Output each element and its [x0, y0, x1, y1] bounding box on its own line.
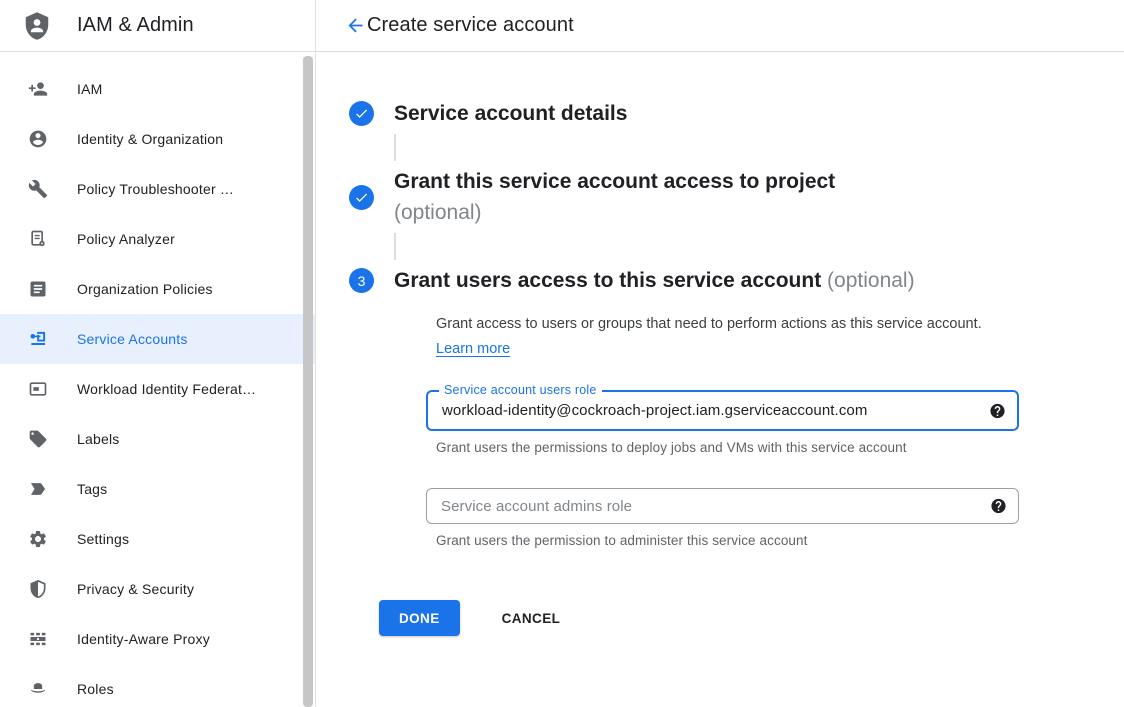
- step-3-optional-label: (optional): [827, 269, 915, 292]
- step-connector: [394, 233, 396, 260]
- users-role-helper-text: Grant users the permissions to deploy jo…: [426, 440, 1019, 455]
- step-connector: [394, 134, 396, 161]
- shield-half-icon: [28, 579, 48, 599]
- done-button[interactable]: DONE: [379, 600, 460, 636]
- check-icon: [354, 190, 369, 205]
- sidebar-item-label: Labels: [77, 431, 119, 447]
- sidebar-nav: IAM Identity & Organization Policy Troub…: [0, 52, 315, 707]
- hat-icon: [28, 679, 48, 699]
- sidebar-item-labels[interactable]: Labels: [0, 414, 315, 464]
- tag-icon: [28, 479, 48, 499]
- back-button[interactable]: [343, 14, 367, 38]
- sidebar-item-roles[interactable]: Roles: [0, 664, 315, 707]
- step-3-grant-users-access: 3 Grant users access to this service acc…: [349, 265, 1124, 296]
- sidebar-item-label: Service Accounts: [77, 331, 188, 347]
- sidebar-item-policy-troubleshooter[interactable]: Policy Troubleshooter …: [0, 164, 315, 214]
- sidebar-item-label: IAM: [77, 81, 103, 97]
- help-icon: [989, 402, 1006, 419]
- label-icon: [28, 429, 48, 449]
- help-icon: [990, 498, 1007, 515]
- step-1-complete-icon: [349, 101, 374, 126]
- sidebar-item-label: Roles: [77, 681, 114, 697]
- sidebar-scrollbar[interactable]: [303, 56, 313, 707]
- sidebar-item-settings[interactable]: Settings: [0, 514, 315, 564]
- arrow-back-icon: [345, 15, 366, 36]
- sidebar-item-label: Privacy & Security: [77, 581, 194, 597]
- sidebar-item-label: Identity-Aware Proxy: [77, 631, 210, 647]
- sidebar-item-privacy-security[interactable]: Privacy & Security: [0, 564, 315, 614]
- wrench-icon: [28, 179, 48, 199]
- app-window: IAM & Admin IAM Identity & Organization …: [0, 0, 1124, 707]
- admins-role-field-box: [426, 488, 1019, 524]
- step-1-title: Service account details: [394, 98, 627, 129]
- users-role-field-group: Service account users role Grant users t…: [426, 390, 1019, 455]
- step-2-title: Grant this service account access to pro…: [394, 170, 835, 193]
- sidebar-item-identity-aware-proxy[interactable]: Identity-Aware Proxy: [0, 614, 315, 664]
- learn-more-link[interactable]: Learn more: [436, 341, 510, 357]
- page-header: Create service account: [316, 0, 1124, 52]
- sidebar-title: IAM & Admin: [77, 14, 194, 37]
- proxy-icon: [28, 629, 48, 649]
- step-2-complete-icon: [349, 185, 374, 210]
- sidebar-item-workload-identity-federat[interactable]: Workload Identity Federat…: [0, 364, 315, 414]
- policy-analyzer-icon: [28, 229, 48, 249]
- service-account-users-role-input[interactable]: [428, 392, 1017, 429]
- sidebar-item-label: Policy Analyzer: [77, 231, 175, 247]
- admins-role-field-group: Grant users the permission to administer…: [426, 488, 1019, 548]
- account-circle-icon: [28, 129, 48, 149]
- users-role-field-box: Service account users role: [426, 390, 1019, 431]
- step-3-description: Grant access to users or groups that nee…: [427, 312, 987, 362]
- create-service-account-form: Service account details Grant this servi…: [316, 52, 1124, 636]
- sidebar-item-label: Settings: [77, 531, 129, 547]
- step-1-service-account-details[interactable]: Service account details: [349, 98, 1124, 129]
- step-2-optional-label: (optional): [394, 197, 835, 228]
- form-actions: DONE CANCEL: [379, 600, 1124, 636]
- sidebar-item-label: Organization Policies: [77, 281, 213, 297]
- cancel-button[interactable]: CANCEL: [490, 600, 573, 636]
- service-account-admins-role-input[interactable]: [427, 489, 1018, 523]
- main-panel: Create service account Service account d…: [316, 0, 1124, 707]
- sidebar-item-tags[interactable]: Tags: [0, 464, 315, 514]
- step-3-title: Grant users access to this service accou…: [394, 269, 821, 292]
- article-icon: [28, 279, 48, 299]
- sidebar-item-organization-policies[interactable]: Organization Policies: [0, 264, 315, 314]
- step-3-body: Grant access to users or groups that nee…: [427, 312, 1124, 548]
- gear-icon: [28, 529, 48, 549]
- person-add-icon: [28, 79, 48, 99]
- step-2-grant-access-to-project[interactable]: Grant this service account access to pro…: [349, 166, 1124, 228]
- sidebar-item-label: Tags: [77, 481, 107, 497]
- shield-person-icon: [22, 11, 52, 41]
- sidebar: IAM & Admin IAM Identity & Organization …: [0, 0, 316, 707]
- sidebar-item-service-accounts[interactable]: Service Accounts: [0, 314, 315, 364]
- sidebar-item-label: Policy Troubleshooter …: [77, 181, 234, 197]
- sidebar-header: IAM & Admin: [0, 0, 315, 52]
- sidebar-item-identity-organization[interactable]: Identity & Organization: [0, 114, 315, 164]
- admins-role-helper-text: Grant users the permission to administer…: [426, 533, 1019, 548]
- service-account-icon: [28, 329, 48, 349]
- check-icon: [354, 106, 369, 121]
- sidebar-item-iam[interactable]: IAM: [0, 64, 315, 114]
- sidebar-item-policy-analyzer[interactable]: Policy Analyzer: [0, 214, 315, 264]
- admins-role-help-button[interactable]: [990, 498, 1007, 515]
- sidebar-item-label: Workload Identity Federat…: [77, 381, 256, 397]
- step-3-number-badge: 3: [349, 268, 374, 293]
- badge-icon: [28, 379, 48, 399]
- page-title: Create service account: [367, 14, 574, 37]
- users-role-help-button[interactable]: [989, 402, 1006, 419]
- sidebar-item-label: Identity & Organization: [77, 131, 223, 147]
